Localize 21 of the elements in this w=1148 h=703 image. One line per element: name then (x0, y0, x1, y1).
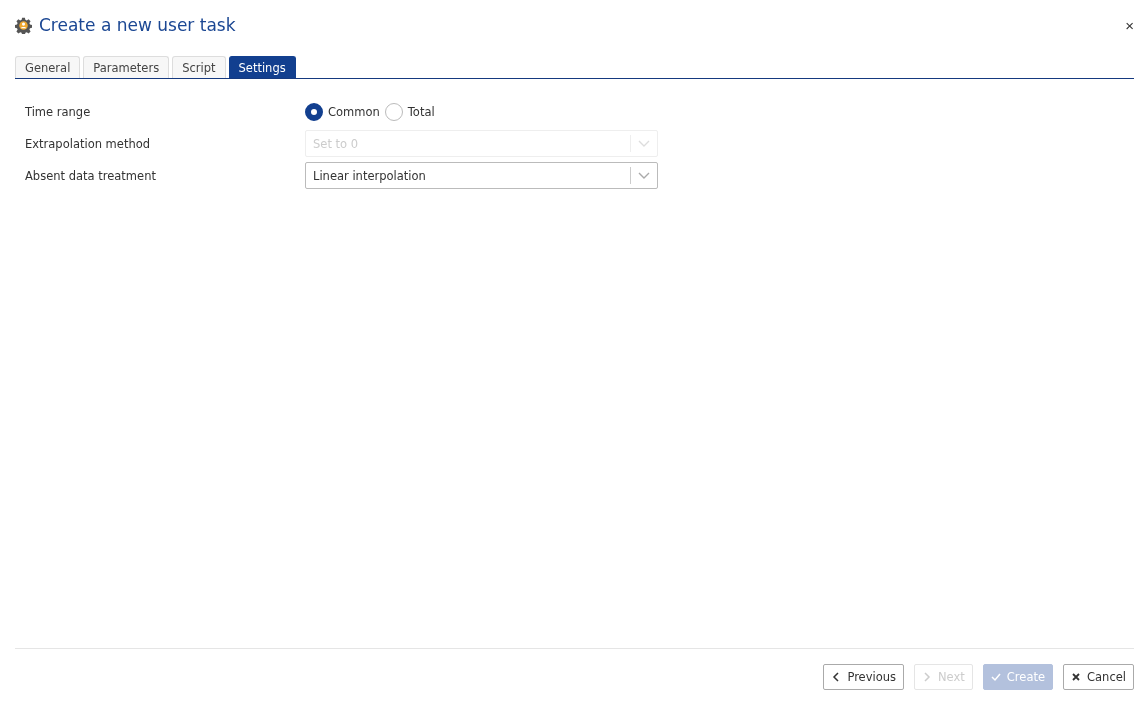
field-label: Time range (25, 105, 92, 119)
chevron-down-icon (638, 171, 650, 180)
tab[interactable]: Parameters (83, 56, 170, 78)
tab[interactable]: Settings (228, 56, 296, 78)
tab[interactable]: General (15, 56, 81, 78)
close-icon (1071, 672, 1082, 682)
tab[interactable]: Script (172, 56, 226, 78)
footer-button[interactable]: Previous (823, 664, 904, 690)
field-label: Extrapolation method (25, 136, 152, 151)
footer-button[interactable]: Cancel (1063, 664, 1134, 690)
radio-option[interactable]: Common (305, 103, 380, 121)
close-button[interactable]: × (1125, 16, 1134, 34)
chevron-left-icon (831, 672, 842, 682)
dropdown[interactable]: Linear interpolation (305, 162, 658, 189)
field-label: Absent data treatment (25, 168, 157, 183)
checkmark-icon (990, 672, 1001, 682)
dialog-title: Create a new user task (39, 15, 236, 35)
gear-icon (15, 16, 32, 34)
chevron-down-icon (638, 139, 650, 148)
chevron-right-icon (922, 672, 932, 682)
radio-option[interactable]: Total (384, 103, 435, 121)
